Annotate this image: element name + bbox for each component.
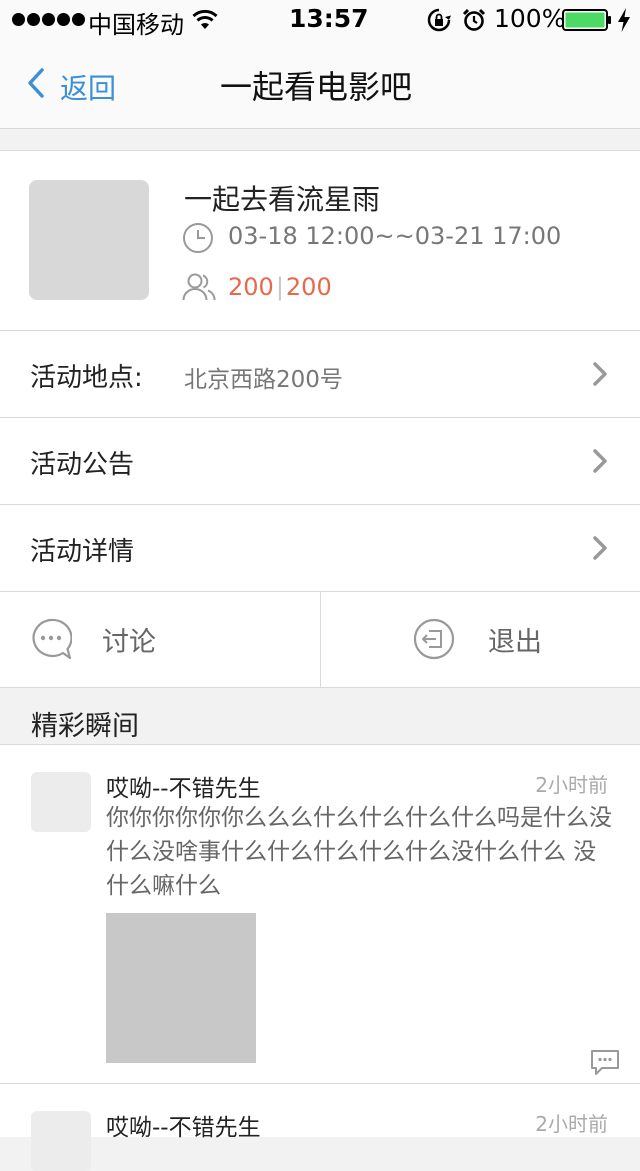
discuss-bubble-icon [32,618,72,660]
moment-photo[interactable] [106,913,256,1063]
carrier-name: 中国移动 [88,11,184,39]
moment-item[interactable]: 哎呦--不错先生 2小时前 [0,1083,640,1171]
row-location[interactable]: 活动地点: 北京西路200号 [0,330,640,417]
row-announcement[interactable]: 活动公告 [0,417,640,504]
navigation-bar: 返回 一起看电影吧 [0,40,640,129]
member-count: 200|200 [228,273,332,301]
page-title: 一起看电影吧 [219,68,412,106]
chevron-right-icon [593,536,607,560]
moment-text: 你你你你你你么么么什么什么什么什么吗是什么没什么没啥事什么什么什么什么什么没什么… [106,805,612,899]
row-announcement-label: 活动公告 [30,450,135,480]
rotation-lock-icon [427,8,451,32]
status-time: 13:57 [289,4,369,33]
member-count-total: 200 [285,273,332,301]
signal-strength-icon [12,13,85,26]
comment-icon[interactable] [590,1049,620,1077]
event-title: 一起去看流星雨 [184,183,381,216]
battery-percent: 100% [494,4,566,33]
avatar[interactable] [31,772,91,832]
chevron-right-icon [593,362,607,386]
event-cover-image[interactable] [29,180,149,300]
moment-time: 2小时前 [535,773,608,797]
row-location-label: 活动地点: [30,363,143,393]
row-location-value: 北京西路200号 [184,367,343,393]
moment-time: 2小时前 [535,1112,608,1136]
exit-label: 退出 [488,627,542,658]
alarm-icon [462,8,486,31]
avatar[interactable] [31,1111,91,1171]
exit-button[interactable]: 退出 [321,592,640,687]
clock-icon [183,223,213,253]
moments-heading: 精彩瞬间 [31,711,139,742]
action-bar: 讨论 退出 [0,591,640,688]
member-count-separator: | [275,273,284,301]
discuss-button[interactable]: 讨论 [0,592,320,687]
moment-author: 哎呦--不错先生 [106,1115,261,1141]
charging-bolt-icon [618,8,630,32]
moment-author: 哎呦--不错先生 [106,776,261,802]
battery-icon [562,9,611,31]
row-details-label: 活动详情 [30,537,135,567]
members-icon [182,273,216,301]
chevron-right-icon [593,449,607,473]
member-count-current: 200 [228,273,274,301]
event-time-range: 03-18 12:00~~03-21 17:00 [228,222,562,250]
moment-item[interactable]: 哎呦--不错先生 2小时前 你你你你你你么么么什么什么什么什么吗是什么没什么没啥… [0,744,640,1084]
event-header: 一起去看流星雨 03-18 12:00~~03-21 17:00 200|200 [0,150,640,331]
row-details[interactable]: 活动详情 [0,504,640,591]
wifi-icon [192,9,218,29]
discuss-label: 讨论 [102,627,156,658]
exit-icon [413,618,455,660]
status-bar: 中国移动 13:57 100% [0,0,640,40]
